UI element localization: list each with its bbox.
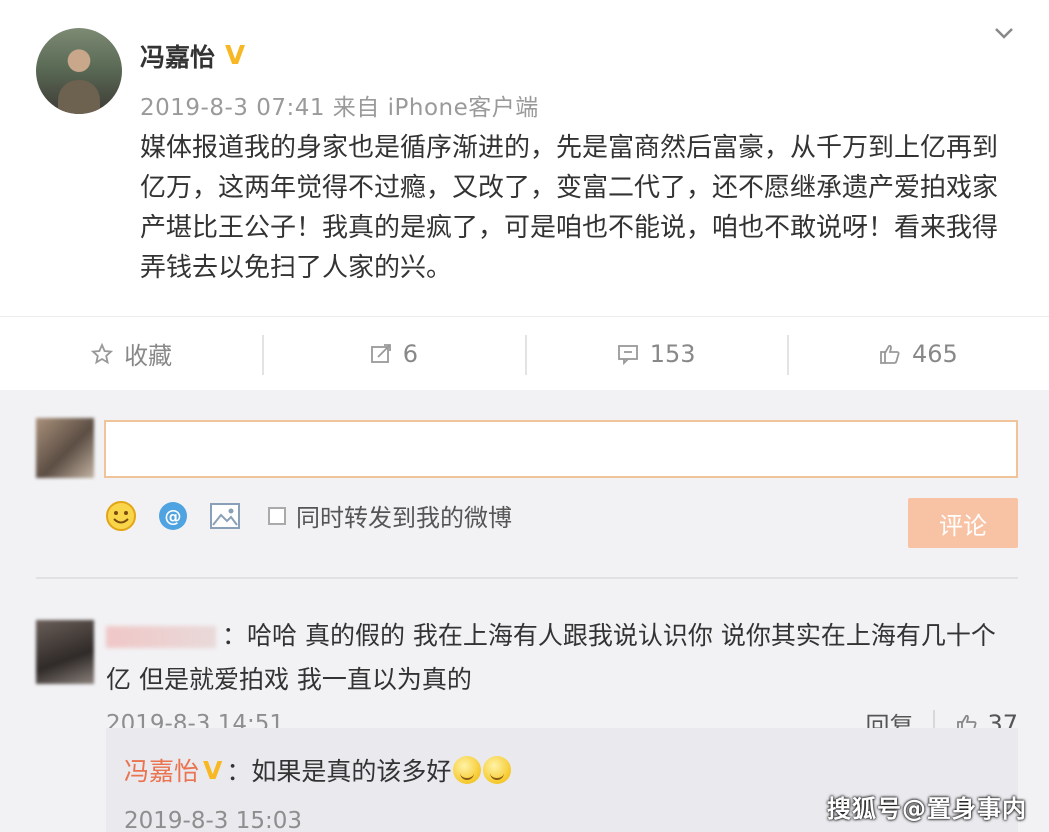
comment-text: ：哈哈 真的假的 我在上海有人跟我说认识你 说你其实在上海有几十个亿 但是就爱拍… [106,621,996,694]
watermark: 搜狐号@置身事内 [827,795,1027,823]
forward-label: 同时转发到我的微博 [296,504,512,532]
verified-badge-icon: V [225,41,246,71]
comment-count: 153 [649,339,696,368]
author-name[interactable]: 冯嘉怡 [140,38,215,74]
author-line: 冯嘉怡 V [140,38,245,74]
favorite-label: 收藏 [124,342,173,370]
chevron-down-icon[interactable] [993,22,1015,44]
reply-text: ：如果是真的该多好 [226,757,452,786]
comment-body: ：哈哈 真的假的 我在上海有人跟我说认识你 说你其实在上海有几十个亿 但是就爱拍… [106,614,1006,702]
commenter-avatar[interactable] [36,620,94,684]
svg-text:@: @ [165,507,182,527]
post-action-bar: 收藏 6 153 465 [0,316,1049,390]
post-content: 媒体报道我的身家也是循序渐进的，先是富商然后富豪，从千万到上亿再到亿万，这两年觉… [140,133,999,283]
emoji-icon[interactable] [104,499,138,533]
comment-section: @ 同时转发到我的微博 评论 ：哈哈 真的假的 我在上海有人跟我说认识你 说你其… [0,390,1049,832]
verified-badge-icon: V [203,755,223,785]
comment-button[interactable]: 153 [524,317,787,390]
thumbs-up-icon [880,344,900,364]
repost-button[interactable]: 6 [262,317,524,390]
composer-toolbar: @ 同时转发到我的微博 [104,498,512,533]
current-user-avatar [36,418,94,478]
mention-icon[interactable]: @ [156,499,190,533]
divider [36,577,1018,579]
comment-icon [617,344,638,365]
star-icon [91,342,114,364]
repost-icon [370,343,391,363]
post-timestamp: 2019-8-3 07:41 来自 iPhone客户端 [140,95,539,121]
smile-emoji-icon [453,756,482,784]
comment-input[interactable] [104,420,1018,478]
submit-comment-button[interactable]: 评论 [908,498,1018,548]
commenter-name-redacted[interactable] [106,626,216,648]
forward-checkbox[interactable] [268,506,286,525]
reply-author[interactable]: 冯嘉怡 [124,752,199,788]
like-count: 465 [911,339,958,368]
image-icon[interactable] [208,499,242,533]
reply-line: 冯嘉怡 V ：如果是真的该多好 [124,752,512,788]
author-avatar[interactable] [36,28,122,114]
weibo-post: 冯嘉怡 V 2019-8-3 07:41 来自 iPhone客户端 媒体报道我的… [0,0,1049,312]
smile-emoji-icon [483,756,512,784]
reply-time: 2019-8-3 15:03 [124,808,302,832]
favorite-button[interactable]: 收藏 [0,317,262,390]
repost-count: 6 [402,339,419,368]
like-button[interactable]: 465 [786,317,1049,390]
